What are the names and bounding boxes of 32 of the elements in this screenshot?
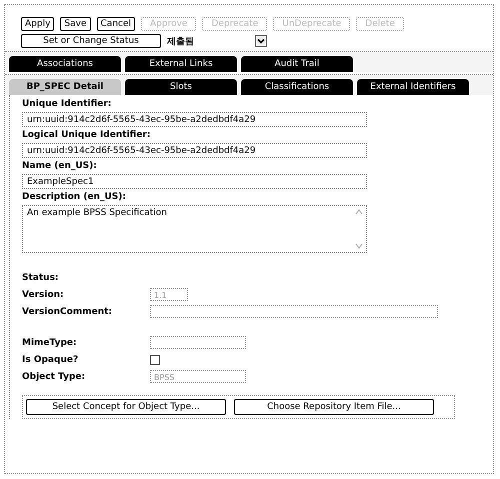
scroll-down-icon[interactable]: [355, 243, 363, 249]
property-label: Is Opaque?: [22, 354, 80, 364]
tab[interactable]: Associations: [9, 56, 121, 72]
text-area[interactable]: An example BPSS Specification: [22, 205, 367, 253]
field-label: Logical Unique Identifier:: [22, 130, 152, 140]
toolbar-button[interactable]: Apply: [21, 17, 54, 31]
toolbar-button[interactable]: Save: [60, 17, 91, 31]
text-field[interactable]: ExampleSpec1: [22, 174, 367, 189]
property-label: Version:: [22, 290, 65, 300]
tab[interactable]: Audit Trail: [241, 56, 353, 72]
tab[interactable]: External Links: [125, 56, 237, 72]
action-button[interactable]: Choose Repository Item File...: [234, 399, 434, 415]
status-select[interactable]: 제출됨: [167, 34, 267, 48]
tab[interactable]: Slots: [125, 79, 237, 95]
text-field[interactable]: urn:uuid:914c2d6f-5565-43ec-95be-a2dedbdf4a29: [22, 112, 367, 127]
field-label: Name (en_US):: [22, 161, 98, 171]
tab[interactable]: BP_SPEC Detail: [9, 79, 121, 95]
property-label: Object Type:: [22, 372, 86, 382]
toolbar-button[interactable]: Cancel: [96, 17, 136, 31]
property-label: VersionComment:: [22, 306, 114, 316]
property-label: MimeType:: [22, 338, 78, 348]
action-button[interactable]: Select Concept for Object Type...: [26, 399, 226, 415]
status-button[interactable]: Set or Change Status: [21, 34, 161, 48]
field-label: Description (en_US):: [22, 192, 127, 202]
field-label: Unique Identifier:: [22, 99, 112, 109]
tab[interactable]: External Identifiers: [357, 79, 469, 95]
property-label: Status:: [22, 272, 60, 282]
scroll-up-icon[interactable]: [355, 209, 363, 215]
caret-icon: [255, 35, 267, 47]
text-field[interactable]: urn:uuid:914c2d6f-5565-43ec-95be-a2dedbdf4a29: [22, 143, 367, 158]
tab[interactable]: Classifications: [241, 79, 353, 95]
checkbox[interactable]: [150, 354, 160, 364]
